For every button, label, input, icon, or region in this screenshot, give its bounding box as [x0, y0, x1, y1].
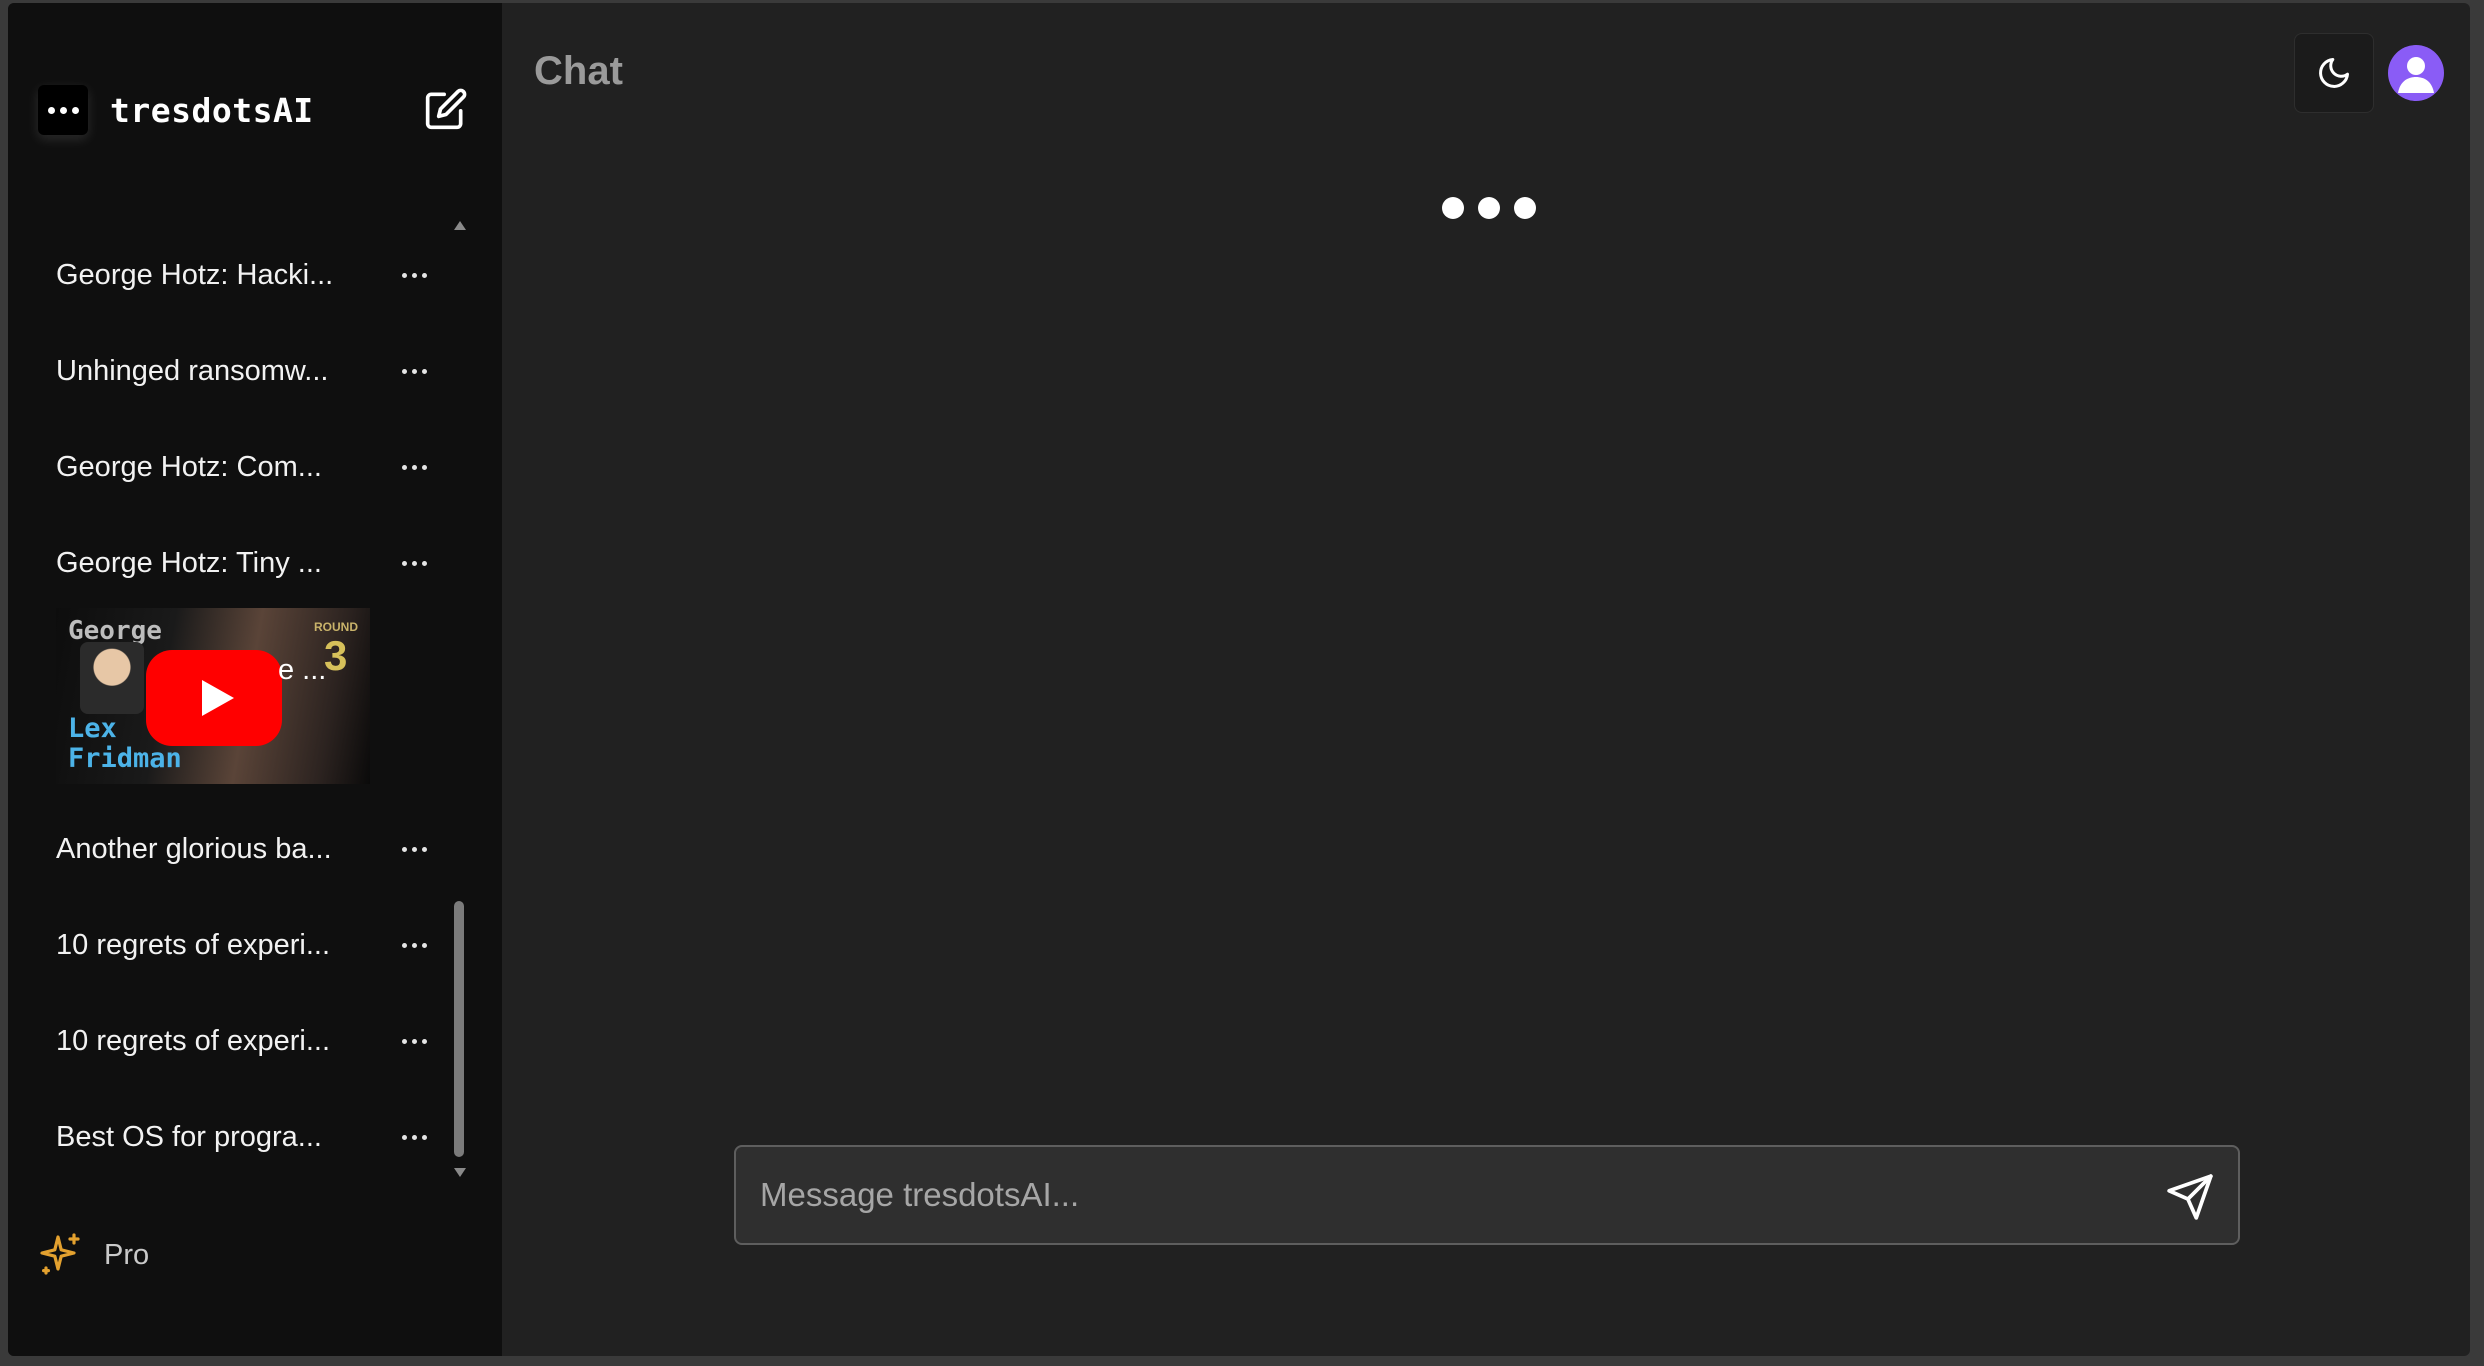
chat-main: Chat — [502, 3, 2470, 1356]
scroll-up-icon[interactable] — [454, 221, 466, 230]
history-item[interactable]: George Hotz: Tiny ... — [56, 533, 436, 593]
more-options-icon[interactable] — [392, 1122, 436, 1152]
user-avatar-icon[interactable] — [2388, 45, 2444, 101]
message-composer — [734, 1145, 2240, 1245]
sparkles-icon — [40, 1233, 80, 1275]
history-item[interactable]: 10 regrets of experi... — [56, 1011, 436, 1071]
page-title: Chat — [534, 49, 623, 93]
app-window: tresdotsAI George Hotz: Hacki... Unhinge… — [8, 3, 2470, 1356]
history-item-label: Another glorious ba... — [56, 832, 332, 865]
history-item[interactable]: Unhinged ransomw... — [56, 341, 436, 401]
scrollbar-track[interactable] — [454, 241, 464, 1157]
history-item[interactable]: George Hotz: Hacki... — [56, 245, 436, 305]
history-item[interactable]: Another glorious ba... — [56, 819, 436, 879]
sidebar: tresdotsAI George Hotz: Hacki... Unhinge… — [8, 3, 502, 1356]
history-item[interactable]: George Hotz: Com... — [56, 437, 436, 497]
brand-name: tresdotsAI — [110, 90, 314, 130]
more-options-icon[interactable] — [392, 356, 436, 386]
guest-face-icon — [80, 642, 144, 714]
youtube-play-icon[interactable] — [146, 650, 282, 746]
more-options-icon[interactable] — [392, 930, 436, 960]
chat-history-list: George Hotz: Hacki... Unhinged ransomw..… — [8, 223, 478, 1183]
history-item[interactable]: Best OS for progra... — [56, 1107, 436, 1167]
send-icon — [2167, 1174, 2213, 1220]
thumbnail-overlay-text: e ... — [278, 654, 327, 686]
theme-toggle-button[interactable] — [2294, 33, 2374, 113]
history-item-label: Best OS for progra... — [56, 1120, 322, 1153]
scroll-down-icon[interactable] — [454, 1168, 466, 1177]
send-button[interactable] — [2160, 1167, 2220, 1227]
more-options-icon[interactable] — [392, 548, 436, 578]
history-item-label: 10 regrets of experi... — [56, 1024, 331, 1057]
typing-dots-icon — [1442, 197, 1536, 219]
pro-upgrade-button[interactable]: Pro — [38, 1225, 149, 1285]
history-item-label: George Hotz: Hacki... — [56, 258, 334, 291]
pro-label: Pro — [104, 1238, 150, 1271]
more-options-icon[interactable] — [392, 1026, 436, 1056]
new-chat-button[interactable] — [420, 83, 472, 135]
scrollbar-thumb[interactable] — [454, 900, 464, 1157]
more-options-icon[interactable] — [392, 260, 436, 290]
edit-icon — [425, 88, 467, 130]
history-item-label: George Hotz: Com... — [56, 450, 322, 483]
message-input[interactable] — [760, 1147, 2140, 1243]
more-options-icon[interactable] — [392, 834, 436, 864]
history-item[interactable]: 10 regrets of experi... — [56, 915, 436, 975]
history-item-label: Unhinged ransomw... — [56, 354, 329, 387]
brand[interactable]: tresdotsAI — [38, 81, 314, 139]
more-options-icon[interactable] — [392, 452, 436, 482]
thumbnail-badge-number: 3 — [324, 632, 348, 679]
three-dots-logo-icon — [38, 85, 88, 135]
history-item-label: George Hotz: Tiny ... — [56, 546, 322, 579]
history-scrollbar[interactable] — [450, 215, 468, 1183]
history-item-label: 10 regrets of experi... — [56, 928, 331, 961]
moon-icon — [2319, 58, 2349, 88]
video-thumbnail[interactable]: George Lex Fridman ROUND 3 e ... — [56, 608, 370, 784]
